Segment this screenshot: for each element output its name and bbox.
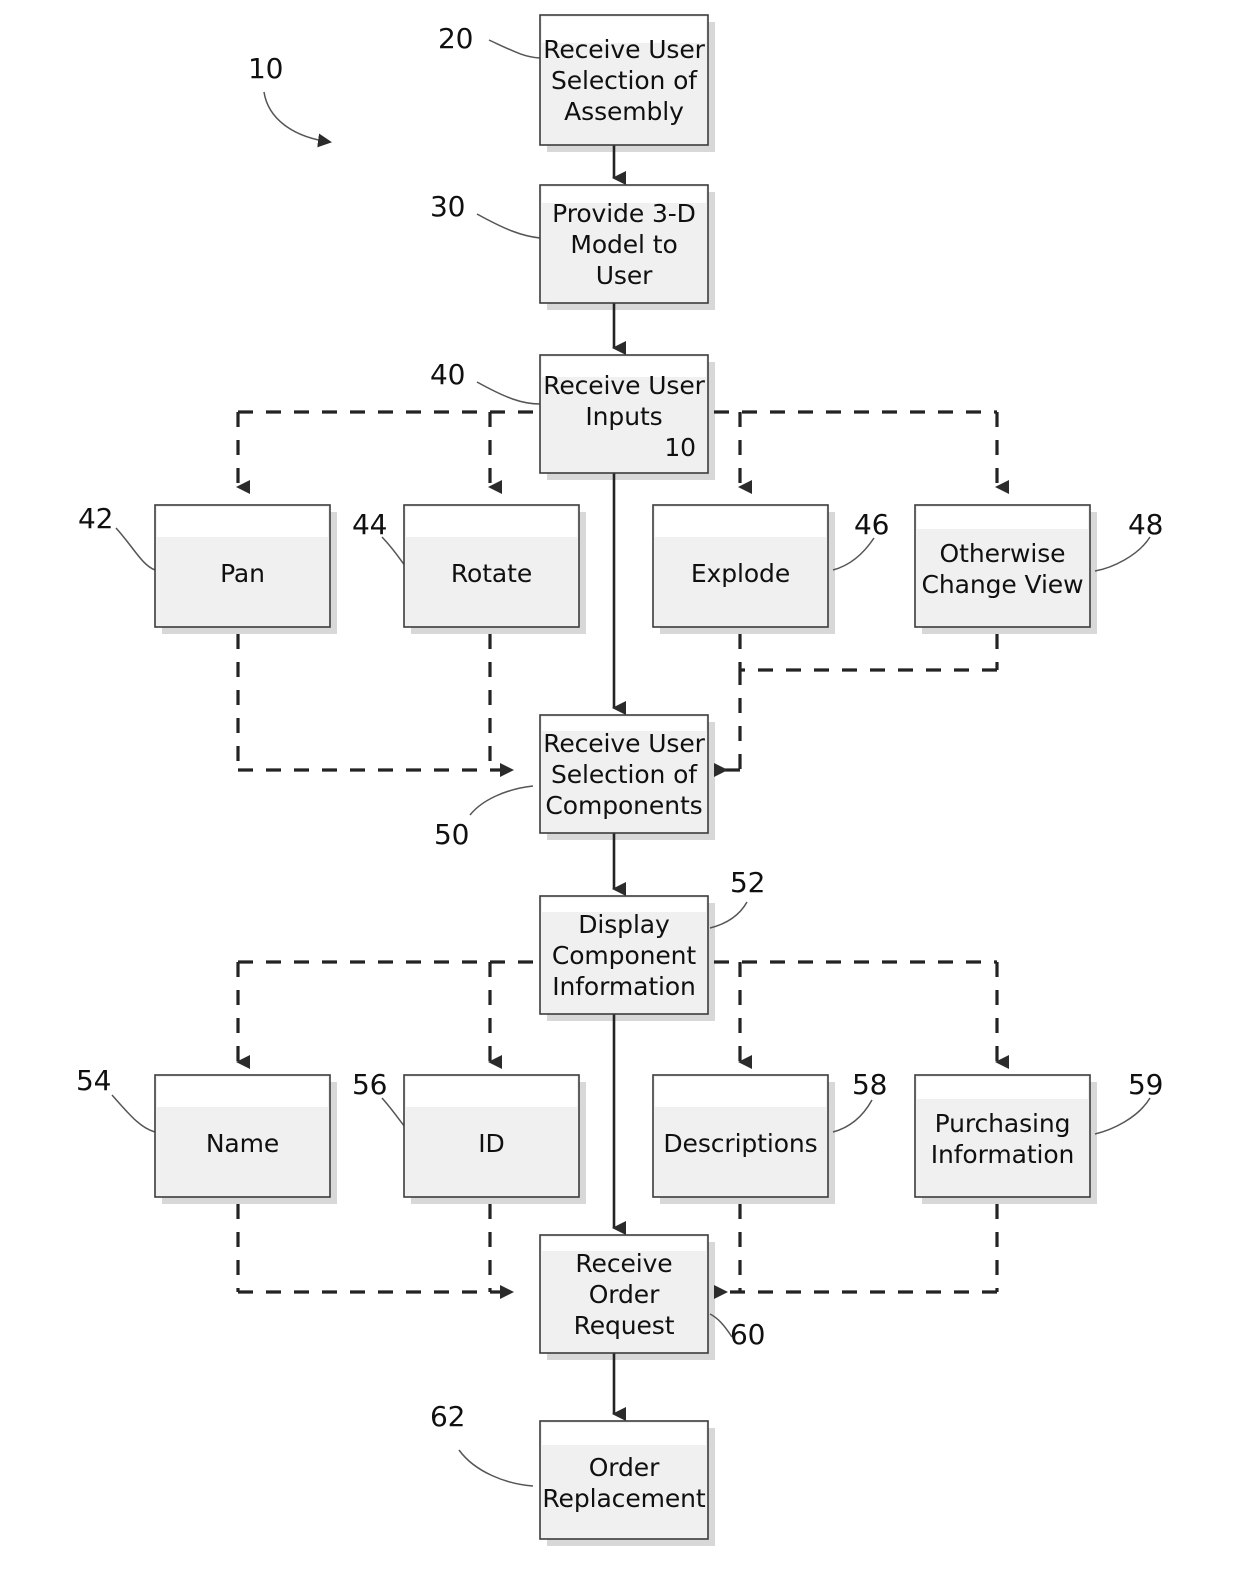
ref-number-54: 54 — [76, 1064, 112, 1097]
ref-number-20: 20 — [438, 22, 474, 55]
ref-number-56: 56 — [352, 1068, 388, 1101]
ref-number-42: 42 — [78, 502, 114, 535]
box-layer — [154, 14, 1091, 1540]
process-box-20 — [539, 14, 709, 146]
ref-number-48: 48 — [1128, 508, 1164, 541]
process-box-46 — [652, 504, 829, 628]
process-box-42 — [154, 504, 331, 628]
process-box-59 — [914, 1074, 1091, 1198]
ref-number-60: 60 — [730, 1318, 766, 1351]
patent-flowchart-figure: 10 Receive User Selection of Assembly Prov… — [0, 0, 1240, 1588]
process-box-48 — [914, 504, 1091, 628]
ref-number-58: 58 — [852, 1068, 888, 1101]
process-box-56 — [403, 1074, 580, 1198]
ref-number-44: 44 — [352, 508, 388, 541]
ref-number-46: 46 — [854, 508, 890, 541]
process-box-54 — [154, 1074, 331, 1198]
process-box-60 — [539, 1234, 709, 1354]
ref-number-52: 52 — [730, 866, 766, 899]
ref-number-30: 30 — [430, 190, 466, 223]
ref-number-50: 50 — [434, 818, 470, 851]
ref-number-59: 59 — [1128, 1068, 1164, 1101]
process-box-58 — [652, 1074, 829, 1198]
ref-number-40: 40 — [430, 358, 466, 391]
process-box-44 — [403, 504, 580, 628]
ref-number-62: 62 — [430, 1400, 466, 1433]
process-box-50 — [539, 714, 709, 834]
process-box-62 — [539, 1420, 709, 1540]
figure-ref-10: 10 — [248, 52, 284, 85]
process-box-52 — [539, 895, 709, 1015]
process-box-40 — [539, 354, 709, 474]
process-box-30 — [539, 184, 709, 304]
